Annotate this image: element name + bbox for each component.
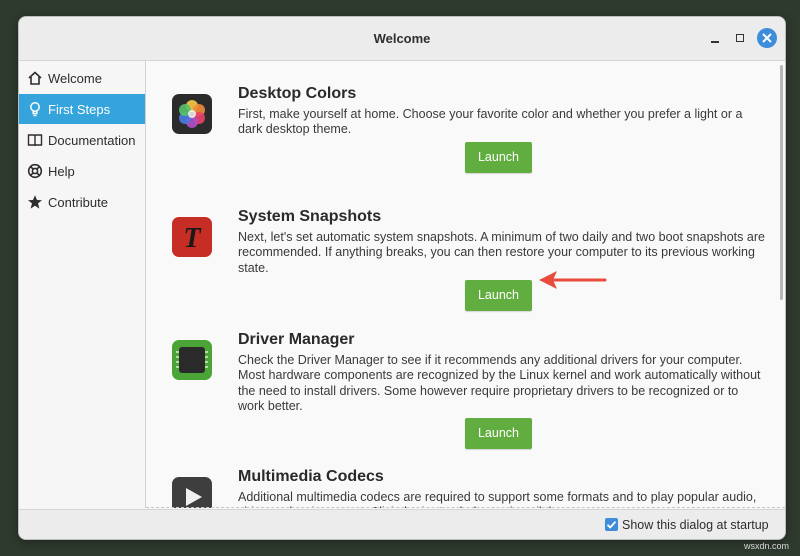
sidebar-item-first-steps[interactable]: First Steps	[19, 94, 145, 124]
checkmark-icon	[606, 520, 617, 529]
section-title: Driver Manager	[238, 331, 355, 348]
close-icon	[762, 33, 772, 43]
sidebar-item-documentation[interactable]: Documentation	[19, 125, 145, 155]
annotation-arrow-icon	[539, 271, 607, 289]
window-title: Welcome	[373, 31, 431, 46]
launch-button[interactable]: Launch	[465, 280, 532, 311]
svg-text:T: T	[183, 223, 202, 254]
scroll-edge-indicator	[146, 507, 785, 508]
sidebar-item-label: Documentation	[48, 133, 136, 148]
startup-checkbox-label[interactable]: Show this dialog at startup	[622, 518, 769, 532]
section-title: Desktop Colors	[238, 85, 357, 102]
scrollbar-thumb[interactable]	[780, 65, 783, 300]
lightbulb-icon	[30, 102, 40, 117]
color-flower-icon	[172, 94, 212, 134]
sidebar-item-label: Contribute	[48, 195, 108, 210]
startup-checkbox[interactable]	[605, 518, 618, 531]
watermark: wsxdn.com	[744, 541, 790, 551]
chip-icon	[172, 340, 212, 380]
sidebar-item-label: First Steps	[48, 102, 111, 117]
timeshift-icon: T	[172, 217, 212, 257]
sidebar-item-label: Help	[48, 164, 75, 179]
section-title: Multimedia Codecs	[238, 468, 384, 485]
launch-button[interactable]: Launch	[465, 418, 532, 449]
welcome-window: Welcome Welcome First Steps Documentatio…	[18, 16, 786, 540]
book-icon	[27, 134, 43, 147]
section-description: Check the Driver Manager to see if it re…	[238, 353, 761, 414]
section-description: Next, let's set automatic system snapsho…	[238, 230, 765, 275]
vertical-scrollbar[interactable]	[777, 61, 785, 508]
maximize-button[interactable]	[730, 28, 750, 48]
section-description: Additional multimedia codecs are require…	[238, 490, 757, 508]
star-icon	[28, 195, 42, 209]
play-icon	[172, 477, 212, 508]
sidebar: Welcome First Steps Documentation Help C…	[19, 61, 146, 508]
section-title: System Snapshots	[238, 208, 382, 225]
titlebar[interactable]: Welcome	[19, 17, 785, 61]
minimize-button[interactable]	[705, 28, 725, 48]
section-description: First, make yourself at home. Choose you…	[238, 107, 743, 137]
lifebuoy-icon	[27, 163, 43, 179]
sidebar-item-welcome[interactable]: Welcome	[19, 63, 145, 93]
main-content[interactable]: Desktop Colors First, make yourself at h…	[146, 61, 785, 508]
close-button[interactable]	[757, 28, 777, 48]
footer-bar: Show this dialog at startup	[19, 509, 785, 539]
launch-button[interactable]: Launch	[465, 142, 532, 173]
sidebar-item-contribute[interactable]: Contribute	[19, 187, 145, 217]
sidebar-item-label: Welcome	[48, 71, 102, 86]
sidebar-item-help[interactable]: Help	[19, 156, 145, 186]
home-icon	[28, 71, 42, 85]
